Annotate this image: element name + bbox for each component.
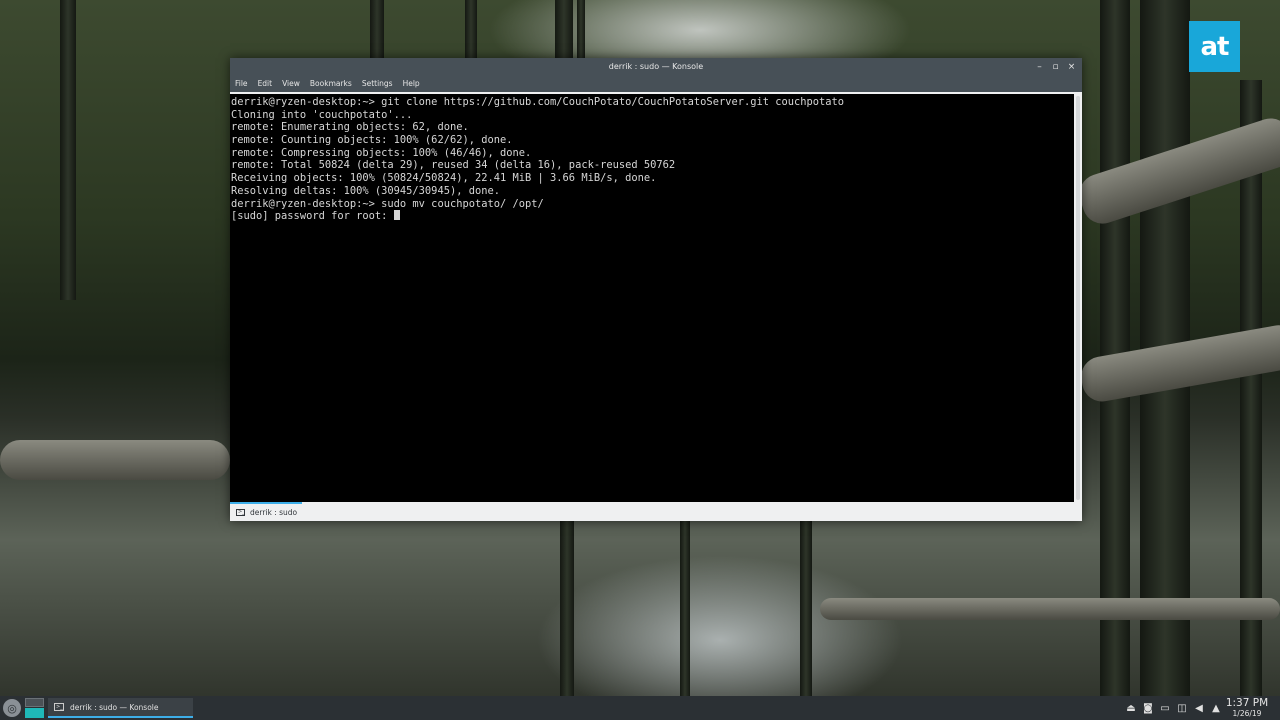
pager-desktop-1[interactable] <box>25 698 44 707</box>
konsole-window: derrik : sudo — Konsole – ▫ × File Edit … <box>230 58 1082 521</box>
notification-icon[interactable]: ⏏ <box>1125 703 1137 714</box>
terminal-scrollbar[interactable] <box>1074 94 1082 502</box>
digital-clock[interactable]: 1:37 PM 1/26/19 <box>1224 697 1270 718</box>
window-controls: – ▫ × <box>1035 58 1076 75</box>
volume-icon[interactable]: ◀ <box>1193 703 1205 714</box>
app-launcher-icon[interactable]: ◎ <box>3 699 21 717</box>
terminal-line: derrik@ryzen-desktop:~> git clone https:… <box>231 96 845 108</box>
tab-label: derrik : sudo <box>250 508 298 517</box>
terminal-output[interactable]: derrik@ryzen-desktop:~> git clone https:… <box>230 94 1074 502</box>
menu-file[interactable]: File <box>235 79 248 88</box>
sudo-password-prompt: [sudo] password for root: <box>231 210 394 223</box>
menu-edit[interactable]: Edit <box>258 79 273 88</box>
menu-bookmarks[interactable]: Bookmarks <box>310 79 352 88</box>
terminal-icon: >_ <box>236 509 245 516</box>
terminal-line: remote: Enumerating objects: 62, done. <box>231 121 469 134</box>
task-label: derrik : sudo — Konsole <box>70 702 159 712</box>
terminal-line: Receiving objects: 100% (50824/50824), 2… <box>231 172 657 185</box>
window-titlebar[interactable]: derrik : sudo — Konsole – ▫ × <box>230 58 1082 75</box>
terminal-line: remote: Counting objects: 100% (62/62), … <box>231 134 513 147</box>
display-icon[interactable]: ▭ <box>1159 703 1171 714</box>
network-icon[interactable]: ◫ <box>1176 703 1188 714</box>
menu-settings[interactable]: Settings <box>362 79 393 88</box>
text-cursor <box>393 210 400 221</box>
brand-logo: at <box>1189 21 1240 72</box>
terminal-icon: >_ <box>54 703 64 711</box>
menu-view[interactable]: View <box>282 79 300 88</box>
menu-bar: File Edit View Bookmarks Settings Help <box>230 75 1082 92</box>
clock-time: 1:37 PM <box>1225 697 1269 709</box>
maximize-icon[interactable]: ▫ <box>1051 62 1060 72</box>
close-icon[interactable]: × <box>1067 62 1076 72</box>
tab-derrik-sudo[interactable]: >_ derrik : sudo <box>230 502 302 521</box>
terminal-line: remote: Compressing objects: 100% (46/46… <box>231 146 532 159</box>
terminal-line: Resolving deltas: 100% (30945/30945), do… <box>231 184 500 197</box>
window-title: derrik : sudo — Konsole <box>608 62 704 71</box>
scrollbar-thumb[interactable] <box>1076 96 1080 500</box>
menu-help[interactable]: Help <box>403 79 420 88</box>
taskbar-task-konsole[interactable]: >_ derrik : sudo — Konsole <box>48 698 193 718</box>
taskbar: ◎ >_ derrik : sudo — Konsole ⏏ ◙ ▭ ◫ ◀ ▲… <box>0 696 1280 720</box>
terminal-prompt-line[interactable]: [sudo] password for root: <box>231 210 1074 223</box>
desktop-pager[interactable] <box>25 698 44 718</box>
terminal-line: remote: Total 50824 (delta 29), reused 3… <box>231 159 676 172</box>
clock-date: 1/26/19 <box>1232 709 1262 718</box>
minimize-icon[interactable]: – <box>1035 62 1044 72</box>
pager-desktop-2[interactable] <box>25 708 44 718</box>
expand-tray-icon[interactable]: ▲ <box>1210 703 1222 714</box>
system-tray: ⏏ ◙ ▭ ◫ ◀ ▲ <box>1125 696 1222 720</box>
terminal-line: derrik@ryzen-desktop:~> sudo mv couchpot… <box>231 197 544 210</box>
terminal-line: Cloning into 'couchpotato'... <box>231 108 413 121</box>
tab-bar: >_ derrik : sudo <box>230 502 1082 521</box>
camera-icon[interactable]: ◙ <box>1142 703 1154 714</box>
